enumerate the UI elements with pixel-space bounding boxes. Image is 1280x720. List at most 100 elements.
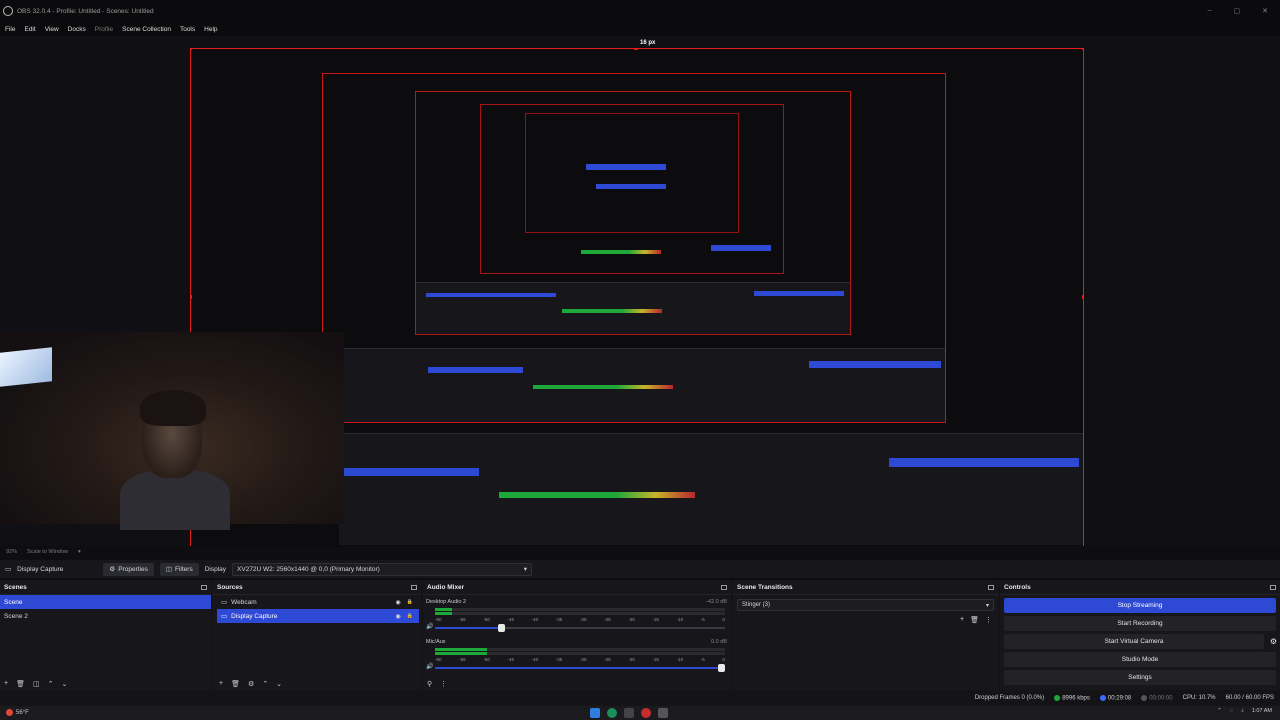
eye-icon[interactable]: ◉	[396, 599, 401, 606]
menu-tools[interactable]: Tools	[180, 26, 195, 33]
scene-transitions-title: Scene Transitions	[737, 583, 793, 591]
db-tick-label: -35	[555, 657, 563, 662]
source-item[interactable]: ▭ Webcam ◉ 🔒	[217, 595, 419, 609]
browser-icon[interactable]	[607, 708, 617, 718]
display-select[interactable]: XV272U W2: 2560x1440 @ 0,0 (Primary Moni…	[232, 562, 533, 576]
eye-icon[interactable]: ◉	[396, 613, 401, 620]
undock-icon[interactable]	[201, 584, 207, 590]
filter-icon[interactable]: ◫	[33, 680, 40, 688]
volume-slider[interactable]	[435, 624, 725, 632]
undock-icon[interactable]	[988, 584, 994, 590]
network-icon[interactable]: ◌	[1230, 708, 1233, 714]
preview-canvas[interactable]: 16 px	[0, 36, 1280, 546]
menu-view[interactable]: View	[45, 26, 59, 33]
minimize-button[interactable]: –	[1208, 7, 1212, 15]
menu-edit[interactable]: Edit	[24, 26, 35, 33]
app-icon[interactable]	[641, 708, 651, 718]
trash-icon[interactable]: 🗑	[231, 680, 240, 688]
db-tick-label: -50	[483, 617, 490, 622]
db-tick-label: -55	[459, 617, 466, 622]
start-recording-button[interactable]: Start Recording	[1004, 616, 1276, 631]
resize-handle[interactable]	[191, 49, 192, 50]
menu-profile[interactable]: Profile	[95, 26, 113, 33]
undock-icon[interactable]	[1270, 584, 1276, 590]
chevron-down-icon: ▾	[985, 602, 989, 609]
record-time: 00:00:00	[1149, 695, 1173, 702]
more-icon[interactable]: ⋮	[985, 616, 992, 624]
menu-scene-collection[interactable]: Scene Collection	[122, 26, 171, 33]
webcam-source[interactable]	[0, 332, 344, 530]
trash-icon[interactable]: 🗑	[970, 616, 979, 624]
source-item[interactable]: ▭ Display Capture ◉ 🔒	[217, 609, 419, 623]
volume-slider[interactable]	[435, 664, 726, 672]
gear-icon[interactable]: ⚙	[248, 680, 254, 688]
resize-handle[interactable]	[1082, 49, 1083, 50]
db-scale: -60 -55 -50 -45 -40 -35 -30 -25 -20 -15 -10 -5 0	[435, 657, 725, 662]
transition-select-value: Stinger (3)	[742, 602, 771, 608]
db-tick-label: -20	[628, 617, 635, 622]
add-icon[interactable]: +	[219, 680, 223, 688]
close-button[interactable]: ✕	[1262, 7, 1268, 15]
scene-item[interactable]: Scene 2	[0, 609, 211, 623]
add-icon[interactable]: +	[960, 616, 964, 624]
speaker-icon[interactable]: 🔊	[426, 663, 433, 670]
move-up-icon[interactable]: ⌃	[262, 680, 268, 688]
move-down-icon[interactable]: ⌄	[276, 680, 282, 688]
resize-handle[interactable]	[634, 49, 638, 50]
mixer-toolbar: ⚲ ⋮	[427, 680, 447, 688]
move-up-icon[interactable]: ⌃	[48, 680, 54, 688]
menu-help[interactable]: Help	[204, 26, 217, 33]
db-tick-label: -20	[628, 657, 635, 662]
nested-blue-bar	[586, 164, 666, 170]
studio-mode-button[interactable]: Studio Mode	[1004, 652, 1276, 667]
nested-blue-bar	[596, 184, 666, 189]
record-indicator-icon	[1141, 694, 1148, 701]
window-controls: – ▢ ✕	[1208, 7, 1268, 15]
settings-button[interactable]: Settings	[1004, 670, 1276, 685]
maximize-button[interactable]: ▢	[1234, 7, 1241, 15]
zoom-mode[interactable]: Scale to Window	[27, 549, 68, 555]
menu-file[interactable]: File	[5, 26, 15, 33]
start-icon[interactable]	[590, 708, 600, 718]
undock-icon[interactable]	[411, 584, 417, 590]
obs-taskbar-icon[interactable]	[658, 708, 668, 718]
transition-select[interactable]: Stinger (3) ▾	[737, 599, 994, 611]
zoom-dropdown-icon[interactable]: ▾	[78, 549, 81, 555]
sources-title: Sources	[217, 583, 243, 591]
weather-widget[interactable]: 56°F	[6, 709, 29, 716]
lock-icon[interactable]: 🔒	[407, 613, 413, 620]
nested-blue-bar	[809, 361, 941, 368]
resize-handle[interactable]	[191, 295, 192, 299]
clock[interactable]: 1:07 AM	[1252, 708, 1272, 714]
level-meter-fill	[435, 608, 453, 611]
link-icon[interactable]: ⚲	[427, 680, 432, 688]
preview-zoom-bar: 92% Scale to Window ▾	[0, 546, 1280, 558]
level-meter	[435, 648, 725, 651]
resize-handle[interactable]	[1082, 295, 1083, 299]
app-icon[interactable]	[624, 708, 634, 718]
lock-icon[interactable]: 🔒	[407, 599, 413, 606]
add-icon[interactable]: +	[4, 680, 8, 688]
scene-item[interactable]: Scene	[0, 595, 211, 609]
stop-streaming-button[interactable]: Stop Streaming	[1004, 598, 1276, 613]
camera-icon: ▭	[221, 599, 228, 606]
start-virtual-camera-button[interactable]: Start Virtual Camera ⚙	[1004, 634, 1277, 649]
volume-slider-knob[interactable]	[497, 624, 505, 632]
gear-icon[interactable]: ⚙	[1270, 637, 1277, 646]
volume-icon[interactable]: ♪	[1241, 708, 1244, 714]
more-icon[interactable]: ⋮	[440, 680, 447, 688]
trash-icon[interactable]: 🗑	[16, 680, 25, 688]
filters-button[interactable]: ◫ Filters	[159, 562, 199, 576]
properties-button[interactable]: ⚙ Properties	[103, 562, 154, 576]
fps-status: 60.00 / 60.00 FPS	[1225, 695, 1274, 701]
volume-slider-knob[interactable]	[718, 664, 726, 672]
menu-docks[interactable]: Docks	[68, 26, 86, 33]
move-down-icon[interactable]: ⌄	[61, 680, 67, 688]
undock-icon[interactable]	[721, 584, 727, 590]
zoom-percent[interactable]: 92%	[6, 549, 17, 555]
cpu-usage: CPU: 10.7%	[1182, 695, 1216, 701]
speaker-icon[interactable]: 🔊	[426, 623, 433, 630]
os-taskbar: 56°F ⌃ ◌ ♪ 1:07 AM	[0, 706, 1280, 720]
db-tick-label: 0	[722, 657, 725, 662]
chevron-up-icon[interactable]: ⌃	[1217, 708, 1222, 714]
